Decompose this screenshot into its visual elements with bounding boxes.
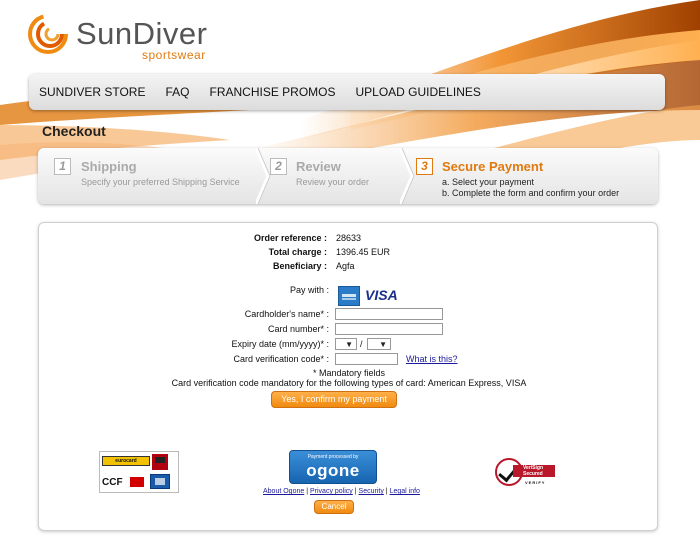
visa-text: VISA [365, 287, 398, 303]
step-description-2: b. Complete the form and confirm your or… [442, 188, 620, 198]
step-shipping: 1 Shipping Specify your preferred Shippi… [38, 148, 258, 204]
card-number-input[interactable] [335, 323, 443, 335]
mandatory-fields-note: * Mandatory fields [312, 368, 386, 378]
ccf-logo: CCF [102, 477, 123, 488]
step-number: 2 [270, 158, 287, 175]
mastercard-icon [152, 454, 168, 470]
step-secure-payment: 3 Secure Payment a. Select your payment … [416, 148, 656, 204]
cardholder-name-input[interactable] [335, 308, 443, 320]
ogone-name: ogone [306, 461, 360, 480]
total-charge-label: Total charge : [268, 247, 327, 257]
verisign-seal[interactable]: VeriSign Secured VERIFY [495, 456, 557, 490]
step-title: Secure Payment [442, 159, 544, 174]
order-reference-label: Order reference : [253, 233, 327, 243]
nav-item-franchise-promos[interactable]: FRANCHISE PROMOS [209, 85, 335, 99]
amex-icon[interactable] [338, 286, 360, 306]
carte-bleue-icon [150, 474, 170, 489]
step-title: Review [296, 159, 341, 174]
cancel-button[interactable]: Cancel [314, 500, 354, 514]
step-description: Specify your preferred Shipping Service [81, 177, 240, 187]
expiry-date-label: Expiry date (mm/yyyy)* : [231, 339, 329, 349]
security-link[interactable]: Security [359, 488, 384, 495]
cvc-label: Card verification code* : [233, 354, 329, 364]
about-ogone-link[interactable]: About Ogone [263, 488, 304, 495]
footer-links: About Ogone | Privacy policy | Security … [263, 488, 420, 495]
sundiver-swirl-icon [28, 14, 68, 54]
step-number: 1 [54, 158, 71, 175]
total-charge-value: 1396.45 EUR [336, 247, 391, 257]
nav-item-upload-guidelines[interactable]: UPLOAD GUIDELINES [356, 85, 481, 99]
cvc-input[interactable] [335, 353, 398, 365]
eurocard-logo: eurocard [102, 456, 150, 466]
brand-name: SunDiver [76, 16, 208, 51]
expiry-year-select[interactable]: ▼ [367, 338, 391, 350]
checkout-steps: 1 Shipping Specify your preferred Shippi… [38, 148, 658, 204]
ogone-logo[interactable]: Payment processed by ogone [289, 450, 377, 484]
cardholder-name-label: Cardholder's name* : [244, 309, 329, 319]
order-reference-value: 28633 [336, 233, 362, 243]
chevron-down-icon: ▼ [345, 339, 353, 349]
step-number: 3 [416, 158, 433, 175]
cvc-help-link[interactable]: What is this? [406, 354, 458, 364]
nav-item-faq[interactable]: FAQ [165, 85, 189, 99]
sundiver-logo[interactable]: SunDiver sportswear [28, 12, 208, 62]
expiry-month-select[interactable]: ▼ [335, 338, 357, 350]
page-title: Checkout [42, 123, 106, 139]
step-review: 2 Review Review your order [270, 148, 410, 204]
link-separator: | [385, 488, 388, 495]
beneficiary-label: Beneficiary : [272, 261, 327, 271]
verisign-label: VeriSign Secured [513, 465, 555, 477]
brand-tagline: sportswear [142, 48, 206, 62]
step-description: Review your order [296, 177, 370, 187]
accepted-cards-logo: eurocard CCF [99, 451, 179, 493]
expiry-separator: / [360, 339, 363, 349]
privacy-policy-link[interactable]: Privacy policy [310, 488, 353, 495]
chevron-down-icon: ▼ [379, 339, 387, 349]
link-separator: | [306, 488, 309, 495]
nav-item-sundiver-store[interactable]: SUNDIVER STORE [39, 85, 145, 99]
link-separator: | [354, 488, 357, 495]
main-nav: SUNDIVER STORE FAQ FRANCHISE PROMOS UPLO… [29, 74, 665, 110]
pay-with-label: Pay with : [289, 285, 329, 295]
card-number-label: Card number* : [267, 324, 329, 334]
beneficiary-value: Agfa [336, 261, 355, 271]
verisign-verify-text: VERIFY [525, 480, 546, 485]
legal-info-link[interactable]: Legal info [390, 488, 420, 495]
confirm-payment-button[interactable]: Yes, I confirm my payment [271, 391, 397, 408]
hsbc-icon [130, 477, 144, 487]
cvc-mandatory-note: Card verification code mandatory for the… [171, 378, 527, 388]
payment-panel: Order reference : 28633 Total charge : 1… [38, 222, 658, 531]
ogone-caption: Payment processed by [307, 454, 359, 460]
visa-icon[interactable]: VISA [365, 287, 398, 303]
step-title: Shipping [81, 159, 137, 174]
step-description: a. Select your payment [442, 177, 535, 187]
